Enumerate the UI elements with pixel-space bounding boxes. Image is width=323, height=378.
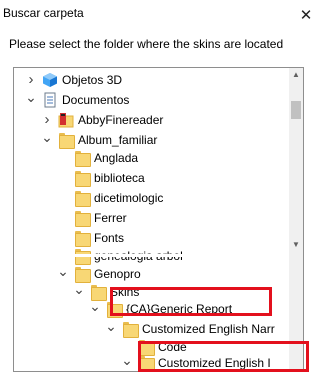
- tree-item[interactable]: Ferrer: [14, 208, 288, 230]
- chevron-right-icon[interactable]: ›: [41, 112, 53, 127]
- folder-icon: [58, 132, 75, 149]
- scroll-thumb[interactable]: [291, 101, 301, 119]
- tree-item-label: Code: [158, 340, 187, 354]
- scroll-up-icon[interactable]: ▲: [289, 68, 303, 82]
- tree-item-label: {CA}Generic Report: [126, 302, 233, 316]
- tree-item-label: dicetimologic: [94, 191, 164, 205]
- chevron-down-icon[interactable]: ⌄: [57, 264, 69, 281]
- vertical-scrollbar[interactable]: ▲ ▼: [289, 68, 303, 371]
- chevron-right-icon[interactable]: ›: [25, 72, 37, 87]
- chevron-down-icon[interactable]: ⌄: [73, 282, 85, 299]
- tree-item[interactable]: dicetimologic: [14, 188, 288, 210]
- tree-item[interactable]: ⌄ Documentos: [14, 90, 288, 112]
- abbyy-folder-icon: [58, 112, 74, 128]
- tree-item-label: Ferrer: [94, 211, 127, 225]
- folder-icon: [138, 355, 155, 371]
- folder-icon: [106, 301, 123, 318]
- documents-icon: [42, 92, 58, 108]
- tree-item-label: Skins: [110, 285, 140, 299]
- tree-item[interactable]: › AbbyFinereader: [14, 110, 288, 132]
- chevron-down-icon[interactable]: ⌄: [121, 353, 133, 370]
- tree-item-label: Customized English Narr: [142, 322, 275, 336]
- folder-icon: [74, 170, 91, 187]
- tree-item-label: Genopro: [94, 267, 141, 281]
- tree-item[interactable]: Anglada: [14, 148, 288, 170]
- chevron-down-icon[interactable]: ⌄: [25, 90, 37, 107]
- folder-icon: [74, 190, 91, 207]
- scroll-down-icon[interactable]: ▼: [289, 238, 303, 252]
- tree-gap: [14, 254, 288, 257]
- tree-item-label: Objetos 3D: [62, 73, 123, 87]
- tree-item[interactable]: › Objetos 3D: [14, 70, 288, 92]
- chevron-down-icon[interactable]: ⌄: [89, 299, 101, 316]
- chevron-down-icon[interactable]: ⌄: [41, 130, 53, 147]
- tree-item-label: Customized English I: [158, 356, 271, 370]
- close-button[interactable]: ✕: [289, 0, 323, 30]
- tree-item[interactable]: biblioteca: [14, 168, 288, 190]
- dialog-title: Buscar carpeta: [3, 6, 84, 20]
- tree-item-label: Documentos: [62, 93, 130, 107]
- folder-icon: [74, 266, 91, 283]
- objects-3d-icon: [42, 72, 58, 88]
- tree-item-label: Album_familiar: [78, 133, 158, 147]
- folder-tree[interactable]: › Objetos 3D ⌄ Documentos › AbbyFinereader ⌄ Al…: [13, 67, 304, 372]
- tree-item-label: Anglada: [94, 151, 139, 165]
- close-icon: ✕: [299, 7, 313, 24]
- instruction-text: Please select the folder where the skins…: [9, 37, 284, 51]
- title-bar: Buscar carpeta ✕: [0, 0, 323, 32]
- folder-icon: [74, 230, 91, 247]
- tree-item-label: AbbyFinereader: [78, 113, 164, 127]
- chevron-down-icon[interactable]: ⌄: [105, 319, 117, 336]
- folder-icon: [122, 321, 139, 338]
- tree-item[interactable]: ⌄ Customized English I: [14, 353, 288, 371]
- tree-item-label: biblioteca: [94, 171, 145, 185]
- tree-item-label: Fonts: [94, 231, 125, 245]
- folder-icon: [74, 210, 91, 227]
- tree-item[interactable]: ⌄ {CA}Generic Report: [14, 299, 288, 321]
- folder-icon: [74, 150, 91, 167]
